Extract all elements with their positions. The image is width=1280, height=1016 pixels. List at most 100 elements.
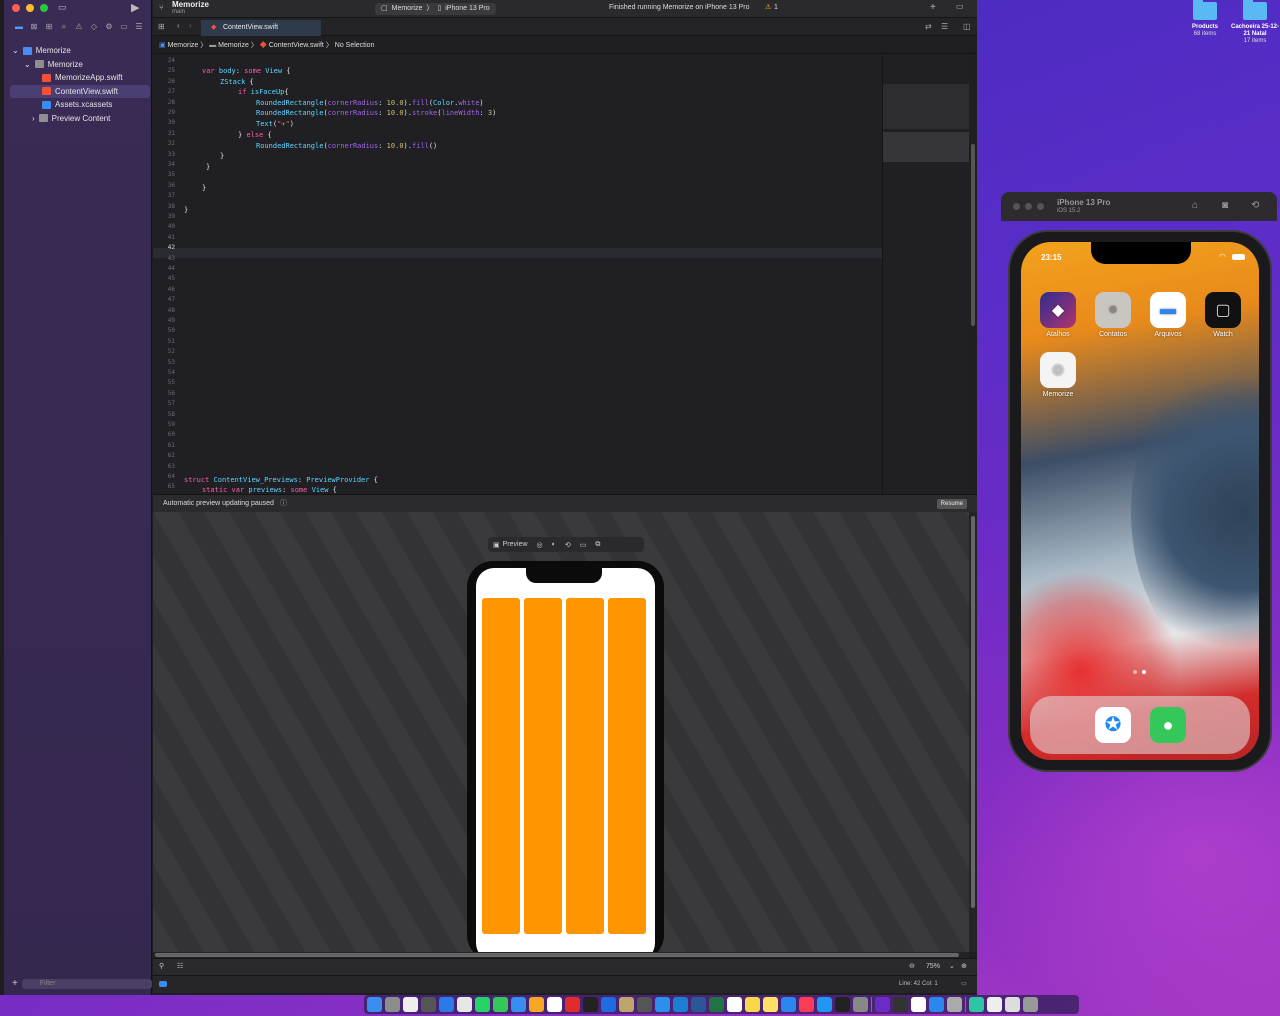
photos-icon[interactable] [529, 997, 544, 1012]
editor-scrollbar[interactable] [969, 54, 977, 494]
source-control-icon[interactable]: ⊠ [29, 22, 39, 32]
messages-icon[interactable] [493, 997, 508, 1012]
whatsapp-icon[interactable] [475, 997, 490, 1012]
panel-toggle-icon[interactable]: ▭ [961, 980, 967, 987]
tree-item-assets[interactable]: Assets.xcassets [10, 98, 150, 112]
tree-item-project[interactable]: ⌄ Memorize [10, 44, 150, 58]
refresh-icon[interactable]: ⇄ [925, 22, 932, 31]
scroll-thumb[interactable] [971, 144, 975, 326]
preview-button[interactable]: ▣ Preview [493, 541, 528, 549]
app-arquivos[interactable]: ▬ Arquivos [1148, 292, 1188, 338]
calculator-icon[interactable] [421, 997, 436, 1012]
app-icon[interactable] [911, 997, 926, 1012]
scroll-thumb[interactable] [971, 516, 975, 908]
scheme-selector[interactable]: ▢ Memorize 〉 ▯ iPhone 13 Pro [375, 3, 496, 15]
music-icon[interactable] [799, 997, 814, 1012]
jumpbar-file[interactable]: ContentView.swift [269, 42, 324, 49]
app-watch[interactable]: ▢ Watch [1203, 292, 1243, 338]
minimize-button[interactable] [26, 4, 34, 12]
app-icon[interactable] [947, 997, 962, 1012]
appstore-icon[interactable] [817, 997, 832, 1012]
youtube-icon[interactable] [565, 997, 580, 1012]
warning-icon[interactable]: ⚠ [765, 3, 771, 11]
folder-icon[interactable] [969, 997, 984, 1012]
editor-options-icon[interactable]: ☰ [941, 22, 948, 31]
resume-button[interactable]: Resume [936, 499, 967, 509]
tree-item-group[interactable]: ⌄ Memorize [10, 58, 150, 72]
tree-item-contentview[interactable]: ContentView.swift [10, 84, 150, 98]
excel-icon[interactable] [709, 997, 724, 1012]
inspector-toggle-icon[interactable]: ▭ [956, 2, 964, 11]
zoom-button[interactable] [1037, 203, 1044, 210]
live-preview-icon[interactable]: ◎ [537, 541, 543, 549]
reminders-icon[interactable] [727, 997, 742, 1012]
app-icon[interactable] [875, 997, 890, 1012]
safari-icon[interactable]: ✪ [1095, 707, 1131, 743]
info-icon[interactable]: ⓘ [280, 500, 287, 507]
breakpoint-icon[interactable]: ▭ [119, 22, 129, 32]
close-button[interactable] [12, 4, 20, 12]
pin-icon[interactable]: ⚲ [159, 962, 164, 970]
sidebar-toggle-icon[interactable]: ▭ [58, 2, 67, 13]
add-icon[interactable]: + [12, 978, 18, 989]
desktop-folder-products[interactable]: Products 68 items [1180, 0, 1230, 38]
word-icon[interactable] [691, 997, 706, 1012]
vscode-icon[interactable] [673, 997, 688, 1012]
desktop-folder-cachoeira[interactable]: Cachoeira 25-12-21 Natal 17 items [1230, 0, 1280, 45]
folder-nav-icon[interactable]: ▬ [14, 22, 24, 32]
add-icon[interactable]: + [930, 2, 936, 13]
terminal-icon[interactable] [583, 997, 598, 1012]
variants-icon[interactable]: ☷ [177, 962, 183, 970]
jumpbar-project[interactable]: Memorize [168, 42, 199, 49]
symbol-nav-icon[interactable]: ⊞ [44, 22, 54, 32]
filter-input[interactable]: Filter [21, 978, 152, 989]
tree-item-preview-content[interactable]: › Preview Content [10, 112, 150, 126]
mail-icon[interactable] [511, 997, 526, 1012]
zoom-out-icon[interactable]: ⊖ [909, 962, 915, 970]
stickies-icon[interactable] [763, 997, 778, 1012]
trash-icon[interactable] [1023, 997, 1038, 1012]
app-icon[interactable] [893, 997, 908, 1012]
back-icon[interactable]: ‹ [177, 21, 180, 30]
tab-contentview[interactable]: ◆ ContentView.swift [201, 20, 321, 36]
pages-icon[interactable] [403, 997, 418, 1012]
jumpbar-group[interactable]: Memorize [218, 42, 249, 49]
debug-area-toggle-icon[interactable] [159, 981, 167, 987]
scroll-thumb[interactable] [155, 953, 959, 957]
final-cut-icon[interactable] [637, 997, 652, 1012]
code-editor[interactable]: 24 25 26 27 28 29 30 31 32 33 34 35 36 37 38 39 40 41 42 43… [153, 54, 882, 494]
calendar-icon[interactable] [547, 997, 562, 1012]
jumpbar-selection[interactable]: No Selection [335, 42, 375, 49]
minimap[interactable] [882, 54, 969, 494]
launchpad-icon[interactable] [385, 997, 400, 1012]
minimize-button[interactable] [1025, 203, 1032, 210]
notes-icon[interactable] [745, 997, 760, 1012]
test-icon[interactable]: ◇ [89, 22, 99, 32]
canvas-scrollbar[interactable] [969, 512, 977, 952]
document-icon[interactable] [987, 997, 1002, 1012]
close-button[interactable] [1013, 203, 1020, 210]
forward-icon[interactable]: › [189, 21, 192, 30]
preview-canvas[interactable]: ▣ Preview ◎ ◐ ⟲ ▭ ⧉ [153, 512, 969, 952]
disclosure-icon[interactable]: ⌄ [24, 60, 31, 69]
app-memorize[interactable]: ⊕ Memorize [1038, 352, 1078, 398]
disclosure-icon[interactable]: ⌄ [12, 46, 19, 55]
simulator-icon[interactable] [929, 997, 944, 1012]
chrome-icon[interactable] [457, 997, 472, 1012]
home-icon[interactable]: ⌂ [1192, 200, 1198, 211]
messages-icon[interactable]: ● [1150, 707, 1186, 743]
disclosure-icon[interactable]: › [32, 114, 35, 123]
debug-icon[interactable]: ⚙ [104, 22, 114, 32]
xcode-icon[interactable] [601, 997, 616, 1012]
screenshot-icon[interactable]: ◙ [1222, 200, 1228, 211]
rotate-icon[interactable]: ⟲ [565, 541, 571, 549]
inspect-icon[interactable]: ◐ [552, 541, 556, 548]
app-atalhos[interactable]: ◆ Atalhos [1038, 292, 1078, 338]
settings-icon[interactable] [853, 997, 868, 1012]
run-icon[interactable]: ▶ [131, 1, 139, 14]
zoom-level[interactable]: 75% [926, 963, 940, 970]
zoom-button[interactable] [40, 4, 48, 12]
app-contatos[interactable]: ● Contatos [1093, 292, 1133, 338]
preview-icon[interactable] [619, 997, 634, 1012]
grid-icon[interactable]: ⊞ [158, 22, 165, 31]
